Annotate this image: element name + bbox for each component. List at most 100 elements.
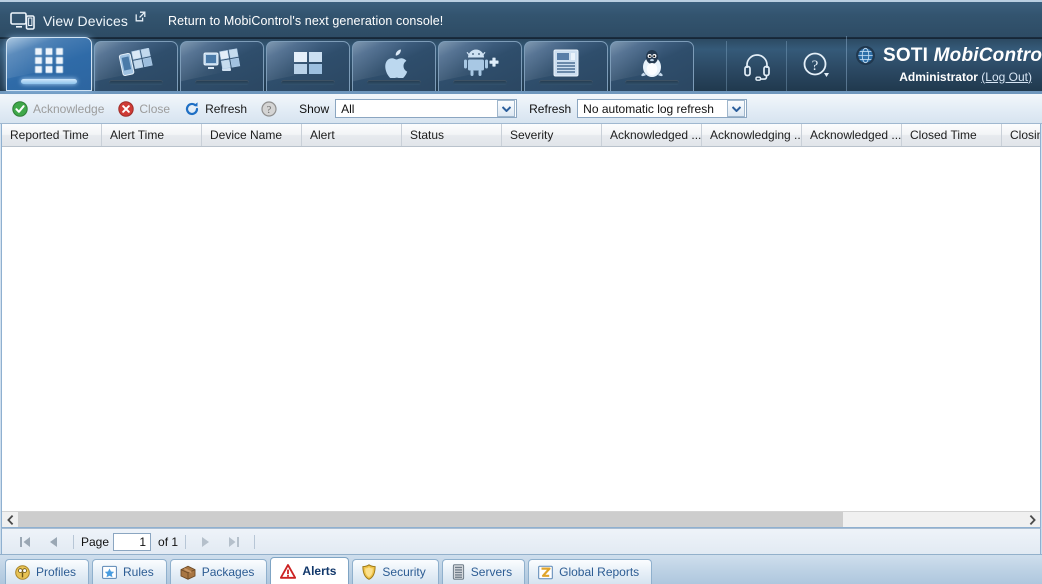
grey-question-mark-icon: ? [261,101,277,117]
close-label: Close [139,102,170,116]
logout-link[interactable]: (Log Out) [981,70,1032,84]
tab-underline [625,80,679,85]
module-tab-label: Security [382,565,425,579]
platform-tab-all-devices[interactable] [6,37,92,91]
view-devices-button[interactable]: View Devices [10,11,146,31]
first-page-button[interactable] [12,532,38,552]
acknowledge-button[interactable]: Acknowledge [8,99,114,119]
green-check-circle-icon [12,101,28,117]
return-to-new-console-message: Return to MobiControl's next generation … [168,14,443,28]
module-tab-profiles[interactable]: Profiles [5,559,89,584]
linux-tux-icon [638,48,666,78]
module-tab-label: Servers [471,565,512,579]
module-tab-rules[interactable]: Rules [92,559,167,584]
svg-text:?: ? [811,58,818,74]
alerts-grid-header: Reported Time Alert TimeDevice Name Alert S… [2,124,1040,147]
headset-icon [742,51,772,81]
column-header-label: Acknowledged ... [610,128,701,142]
module-tab-alerts[interactable]: Alerts [270,557,349,584]
devices-monitor-phone-icon [10,11,36,31]
refresh-interval-label: Refresh [529,102,571,116]
column-header[interactable]: Closing [1002,124,1041,146]
external-link-icon [135,11,146,22]
user-info: Administrator (Log Out) [855,70,1032,84]
column-header-label: Acknowledged ... [810,128,901,142]
module-tab-security[interactable]: Security [352,559,438,584]
last-page-button[interactable] [221,532,247,552]
platform-tab-strip: ? [0,39,1042,94]
alerts-toolbar: Acknowledge Close Refresh [0,94,1042,124]
platform-tab-apple[interactable] [352,41,436,91]
refresh-interval-select[interactable]: No automatic log refresh [577,99,747,118]
column-header[interactable]: Closed Time [902,124,1002,146]
column-header[interactable]: Device Name [202,124,302,146]
total-pages-label: of 1 [158,535,178,549]
brand-block: SOTI MobiControl Administrator (Log Out) [846,36,1042,91]
platform-tab-windows-mobile[interactable] [94,41,178,91]
tabstrip-right-group: ? [726,39,1042,91]
platform-tab-linux[interactable] [610,41,694,91]
column-header-label: Alert [310,128,335,142]
column-header[interactable]: Reported Time [2,124,102,146]
acknowledge-label: Acknowledge [33,102,104,116]
horizontal-scrollbar[interactable] [2,511,1040,527]
column-header-label: Closing [1010,128,1041,142]
close-button[interactable]: Close [114,99,180,119]
previous-page-icon [47,536,59,548]
user-name: Administrator [899,70,978,84]
tab-underline [453,80,507,85]
scrollbar-track[interactable] [18,512,1024,528]
mobicontrol-console: View Devices Return to MobiControl's nex… [0,0,1042,584]
alerts-grid: Reported Time Alert TimeDevice Name Alert S… [1,124,1041,528]
pager-divider [185,535,186,549]
scrollbar-thumb[interactable] [18,512,843,528]
toolbar-help-button[interactable]: ? [257,99,287,119]
column-header[interactable]: Alert Time [102,124,202,146]
page-number-input[interactable] [113,533,151,551]
module-tab-packages[interactable]: Packages [170,559,268,584]
alerts-grid-body[interactable] [2,147,1040,511]
grid-pager: Page of 1 [1,528,1041,554]
scroll-right-button[interactable] [1024,512,1040,528]
support-headset-button[interactable] [726,41,786,91]
chevron-down-icon[interactable] [497,100,515,117]
scroll-left-button[interactable] [2,512,18,528]
package-box-icon [180,565,196,580]
module-tab-label: Global Reports [559,565,639,579]
rules-icon [102,565,117,580]
android-plus-icon [460,48,500,78]
module-tab-label: Alerts [302,564,336,578]
first-page-icon [18,536,32,548]
module-tab-global-reports[interactable]: Global Reports [528,559,652,584]
platform-tab-windows-ce[interactable] [180,41,264,91]
show-filter-select[interactable]: All [335,99,517,118]
column-header-label: Severity [510,128,553,142]
platform-tab-printer[interactable] [524,41,608,91]
column-header[interactable]: Status [402,124,502,146]
module-tab-label: Rules [123,565,154,579]
column-header[interactable]: Acknowledging ... [702,124,802,146]
profiles-icon [15,565,30,580]
column-header[interactable]: Acknowledged ... [802,124,902,146]
help-button[interactable]: ? [786,41,846,91]
tab-underline [195,80,249,85]
module-tab-bar: Profiles Rules Packages Alerts Security Serve… [0,554,1042,584]
brand-name: SOTI MobiControl [883,45,1042,67]
alert-triangle-icon [280,564,296,579]
next-page-button[interactable] [193,532,219,552]
column-header[interactable]: Severity [502,124,602,146]
tab-underline [109,80,163,85]
platform-tab-windows[interactable] [266,41,350,91]
column-header[interactable]: Alert [302,124,402,146]
module-tab-servers[interactable]: Servers [442,559,525,584]
refresh-button[interactable]: Refresh [180,99,257,119]
module-tab-label: Profiles [36,565,76,579]
global-reports-icon [538,565,553,580]
previous-page-button[interactable] [40,532,66,552]
column-header-label: Reported Time [10,128,89,142]
column-header-label: Closed Time [910,128,977,142]
svg-text:?: ? [267,105,272,116]
column-header[interactable]: Acknowledged ... [602,124,702,146]
platform-tab-android[interactable] [438,41,522,91]
chevron-down-icon[interactable] [727,100,745,117]
